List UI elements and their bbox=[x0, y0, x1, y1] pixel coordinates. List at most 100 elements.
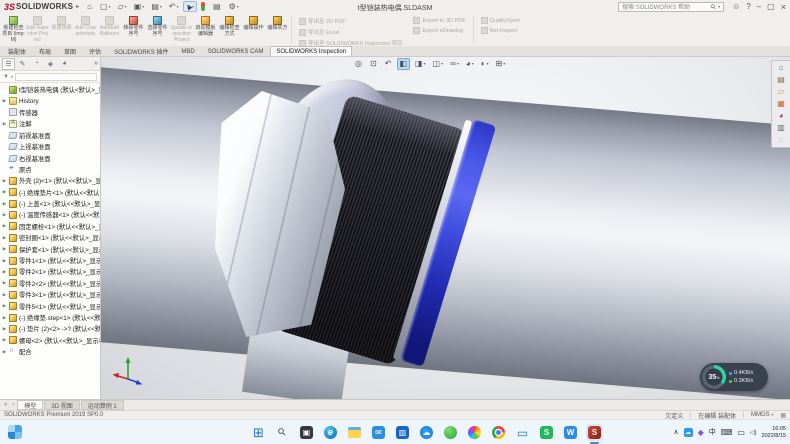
new-inspection-project-button[interactable]: 新建检查项目 (imp:M) bbox=[2, 14, 25, 45]
tree-item[interactable]: 传感器 bbox=[0, 107, 100, 118]
edge-icon[interactable]: e bbox=[322, 424, 339, 441]
rebuild-icon[interactable] bbox=[198, 1, 209, 12]
options-icon[interactable]: ⚙▾ bbox=[226, 1, 242, 12]
export-edrawing-button[interactable]: Export eDrawing bbox=[413, 27, 465, 34]
tree-item[interactable]: 上视基准面 bbox=[0, 141, 100, 152]
remove-balloons-button[interactable]: 移除零件序号 bbox=[122, 14, 145, 45]
view-palette-icon[interactable]: ▦ bbox=[777, 100, 785, 108]
volume-tray-icon[interactable]: ◁) bbox=[750, 430, 757, 436]
filter-input[interactable] bbox=[15, 73, 97, 81]
restore-button[interactable]: ▢ bbox=[767, 2, 775, 11]
speed-monitor-badge[interactable]: 35% 0.4KB/s 0.3KB/s bbox=[700, 363, 768, 391]
open-icon[interactable]: ▱▾ bbox=[115, 1, 130, 12]
export-3d-pdf-button[interactable]: Export to 3D PDF bbox=[413, 17, 465, 24]
widgets-icon[interactable] bbox=[8, 425, 22, 439]
tree-item[interactable]: ▶ (-) 垫片 (2)<2> ->? (默认<<默认> bbox=[0, 323, 100, 334]
tree-item[interactable]: t型铠装热电偶 (默认<默认>_显示状态-1 bbox=[0, 84, 100, 95]
dimxpertmanager-tab[interactable]: ◈ bbox=[44, 58, 57, 70]
expand-arrow-icon[interactable]: ▶ bbox=[2, 303, 7, 309]
search-caret-icon[interactable]: ▾ bbox=[718, 4, 720, 9]
export-excel-button[interactable]: 导出至 Excel bbox=[299, 28, 402, 36]
add-edit-balloons-button[interactable]: Add/Edit Balloons bbox=[98, 14, 121, 45]
ime-language-indicator[interactable]: 中 bbox=[709, 429, 716, 436]
expand-arrow-icon[interactable]: ▶ bbox=[2, 121, 7, 127]
custom-properties-icon[interactable]: ▥ bbox=[777, 124, 785, 132]
expand-arrow-icon[interactable]: ▶ bbox=[2, 280, 7, 286]
expand-arrow-icon[interactable]: ▶ bbox=[2, 201, 7, 207]
edit-inspection-method-button[interactable]: 编辑检查方式 bbox=[218, 14, 241, 45]
tab-3d-views[interactable]: 3D 视图 bbox=[44, 400, 79, 410]
tab-sketch[interactable]: 草图 bbox=[58, 46, 82, 56]
expand-arrow-icon[interactable]: ▶ bbox=[2, 337, 7, 343]
tab-layout[interactable]: 布局 bbox=[33, 46, 57, 56]
tree-item[interactable]: ▶ (-) 温度传感器<1> (默认<<默认>_ bbox=[0, 209, 100, 220]
expand-arrow-icon[interactable]: ▶ bbox=[2, 258, 7, 264]
minimize-button[interactable]: – bbox=[757, 2, 761, 11]
search-button[interactable]: ⚲ bbox=[274, 424, 291, 441]
hide-show-items-icon[interactable]: ∞▾ bbox=[448, 58, 461, 70]
status-display-icon[interactable]: ▦ bbox=[780, 412, 786, 419]
expand-arrow-icon[interactable]: ▶ bbox=[2, 212, 7, 218]
save-icon[interactable]: ▣▾ bbox=[131, 1, 148, 12]
ime-keyboard-icon[interactable]: ⌨ bbox=[721, 429, 733, 437]
tree-item[interactable]: ▶ 零件1<1> (默认<<默认>_显示状态 bbox=[0, 255, 100, 266]
select-balloons-button[interactable]: 选择零件序号 bbox=[146, 14, 169, 45]
expand-arrow-icon[interactable]: ▶ bbox=[2, 178, 7, 184]
blue-w-app-icon[interactable]: W bbox=[562, 424, 579, 441]
tab-scroll-left-icon[interactable]: « bbox=[2, 402, 9, 408]
update-inspection-project-button[interactable]: Update Inspection Project bbox=[170, 14, 193, 45]
tree-item[interactable]: ▶ (-) 绝缘垫.step<1> (默认<<默认 bbox=[0, 312, 100, 323]
print-icon[interactable]: ▤▾ bbox=[148, 1, 165, 12]
expand-arrow-icon[interactable]: ▶ bbox=[2, 315, 7, 321]
tab-model[interactable]: 模型 bbox=[17, 400, 43, 410]
home-icon[interactable]: ⌂ bbox=[84, 1, 96, 12]
task-view-button[interactable]: ▣ bbox=[298, 424, 315, 441]
new-snapshot-button[interactable]: 新建快照 bbox=[50, 14, 73, 45]
tree-item[interactable]: ▶ 零件2<2> (默认<<默认>_显示状 bbox=[0, 278, 100, 289]
tree-item[interactable]: 原点 bbox=[0, 164, 100, 175]
start-button[interactable]: ⊞ bbox=[250, 424, 267, 441]
tree-item[interactable]: 右视基准面 bbox=[0, 152, 100, 163]
solidworks-forum-icon[interactable]: ◌ bbox=[779, 136, 784, 144]
color-wheel-browser-icon[interactable] bbox=[466, 424, 483, 441]
menu-expand-icon[interactable]: ▸ bbox=[76, 3, 79, 10]
display-style-icon[interactable]: ◫▾ bbox=[431, 58, 446, 70]
help-icon[interactable]: ? bbox=[746, 2, 750, 11]
tree-item[interactable]: ▶ 零件3<1> (默认<<默认>_显示状态 bbox=[0, 289, 100, 300]
new-document-icon[interactable]: ▢▾ bbox=[97, 1, 114, 12]
tree-item[interactable]: ▶ 零件5<1> (默认<<默认>_显示状态 bbox=[0, 300, 100, 311]
tree-item[interactable]: ▶ 配合 bbox=[0, 346, 100, 357]
tree-item[interactable]: ▶ History bbox=[0, 95, 100, 106]
cloud-drive-tray-icon[interactable]: ☁ bbox=[684, 428, 693, 437]
tab-solidworks-inspection[interactable]: SOLIDWORKS Inspection bbox=[270, 46, 352, 56]
file-properties-icon[interactable]: ▤ bbox=[210, 1, 225, 12]
propertymanager-tab[interactable]: ✎ bbox=[16, 58, 29, 70]
apply-scene-icon[interactable]: ◐▾ bbox=[479, 58, 491, 70]
remote-desktop-icon[interactable]: ▭ bbox=[514, 424, 531, 441]
tab-scroll-prev-icon[interactable]: ‹ bbox=[10, 402, 16, 408]
tree-item[interactable]: ▶ 注解 bbox=[0, 118, 100, 129]
solidworks-taskbar-icon[interactable]: S bbox=[586, 424, 603, 441]
add-characteristic-button[interactable]: Add Characteristic bbox=[74, 14, 97, 45]
expand-arrow-icon[interactable]: ▶ bbox=[2, 246, 7, 252]
chrome-icon[interactable] bbox=[490, 424, 507, 441]
expand-arrow-icon[interactable]: ▶ bbox=[2, 223, 7, 229]
solidworks-logo[interactable]: 3S SOLIDWORKS ▸ bbox=[4, 2, 84, 12]
mail-icon[interactable]: ✉ bbox=[370, 424, 387, 441]
expand-arrow-icon[interactable]: ▶ bbox=[2, 269, 7, 275]
edit-method-button[interactable]: 编辑实方 bbox=[266, 14, 289, 45]
expand-arrow-icon[interactable]: ▶ bbox=[2, 292, 7, 298]
design-library-icon[interactable]: ▤ bbox=[777, 76, 785, 84]
tree-item[interactable]: ▶ 螺母<2> (默认<<默认>_显示状态 bbox=[0, 335, 100, 346]
tab-mbd[interactable]: MBD bbox=[175, 46, 200, 56]
taskbar-clock[interactable]: 16:05 2022/8/15 bbox=[762, 426, 786, 439]
appearances-scenes-icon[interactable]: ◕ bbox=[779, 112, 784, 120]
zoom-fit-icon[interactable]: ◎ bbox=[353, 58, 365, 70]
previous-view-icon[interactable]: ↶ bbox=[383, 58, 395, 70]
units-selector[interactable]: MMGS ▾ bbox=[751, 412, 773, 418]
view-orientation-icon[interactable]: ⊞▾ bbox=[494, 58, 508, 70]
tab-solidworks-addins[interactable]: SOLIDWORKS 插件 bbox=[108, 46, 174, 56]
tree-item[interactable]: 前视基准面 bbox=[0, 130, 100, 141]
filter-icon[interactable]: ▼ bbox=[3, 74, 9, 80]
tab-assembly[interactable]: 装配体 bbox=[2, 46, 32, 56]
